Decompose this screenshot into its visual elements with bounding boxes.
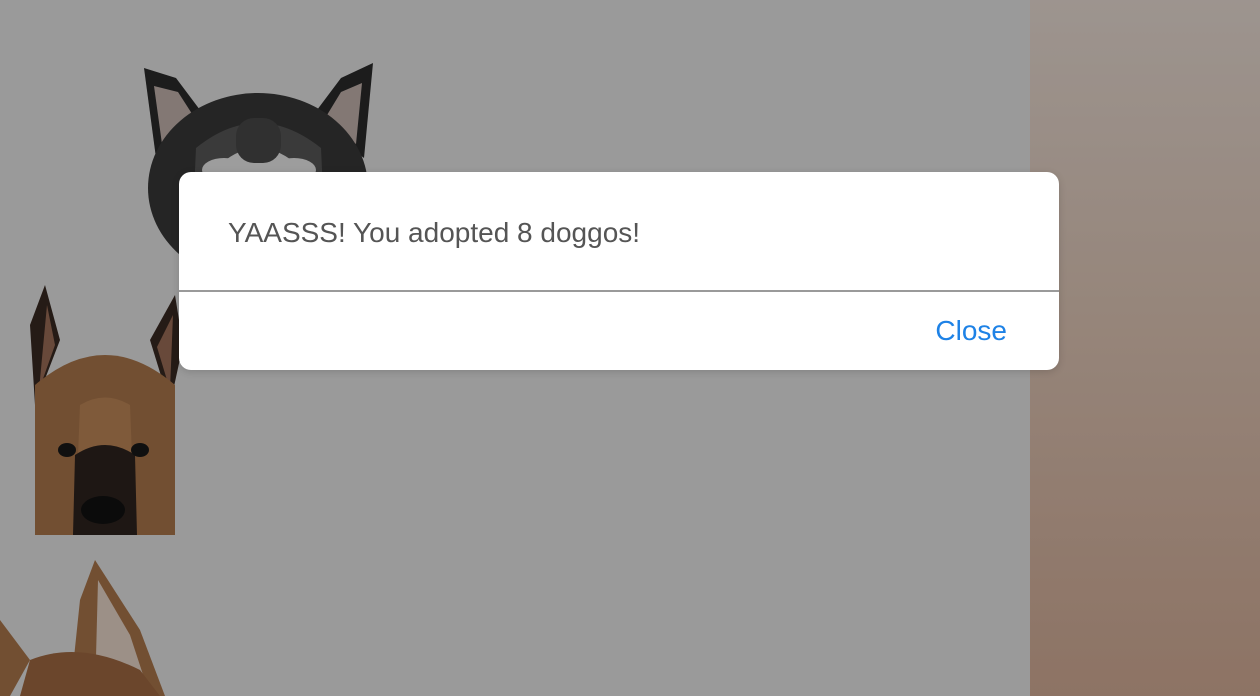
alert-divider (179, 290, 1059, 292)
adoption-alert-dialog: YAASSS! You adopted 8 doggos! Close (179, 172, 1059, 370)
close-button[interactable]: Close (935, 315, 1007, 347)
app-screen: YAASSS! You adopted 8 doggos! Close (0, 0, 1260, 696)
alert-message: YAASSS! You adopted 8 doggos! (228, 217, 641, 248)
